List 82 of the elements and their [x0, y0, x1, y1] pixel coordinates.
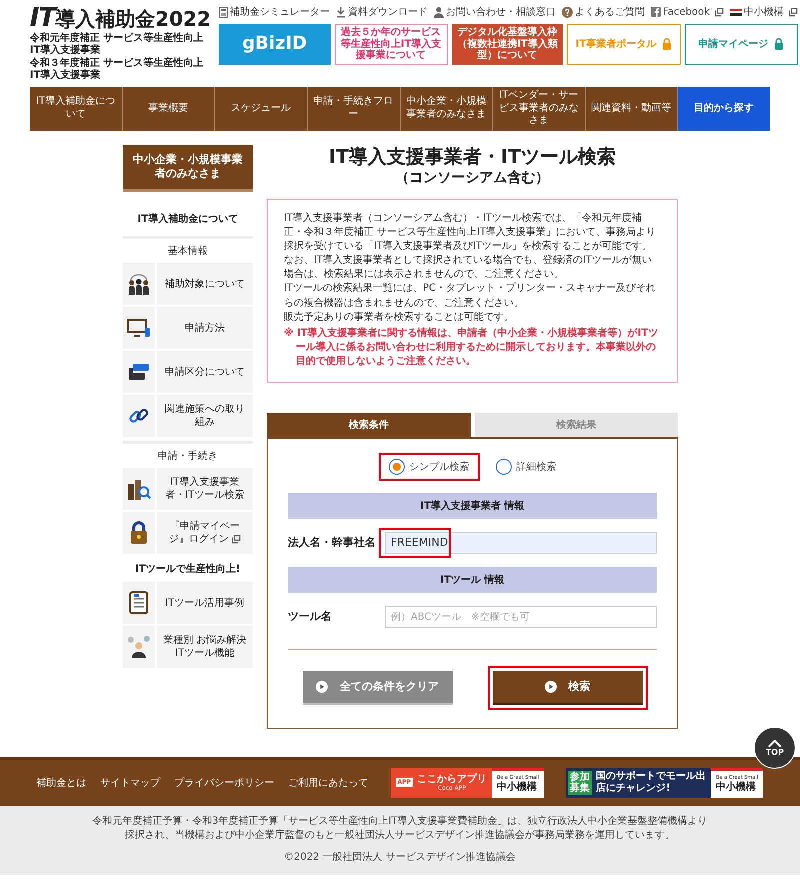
site-subtitle: 令和３年度補正 サービス等生産性向上IT導入支援事業 [30, 58, 204, 82]
banner-title: ここからアプリ [417, 774, 488, 785]
sidebar-menu-item[interactable]: ITツール活用事例 [123, 582, 253, 624]
section-heading: ITツール 情報 [288, 566, 657, 593]
header-link[interactable]: お問い合わせ・相談窓口 [434, 5, 556, 19]
highlight-frame [379, 528, 451, 558]
external-link-icon [232, 534, 241, 544]
site-logo[interactable]: IT導入補助金2022 [30, 5, 212, 32]
warning-text: ※ IT導入支援事業者に関する情報は、申請者（中小企業・小規模事業者等）がITツール導入に係るお問い合わせに利用するために開示しております。本事業以外の目的で使用しないようご注意ください。 [284, 327, 660, 370]
page-title: IT導入支援事業者・ITツール検索 [328, 144, 618, 168]
notice-text: なお、IT導入支援事業者として採択されている場合でも、登録済のITツールが無い場合は、検索結果には表示されませんので、ご注意ください。 [284, 254, 654, 282]
site-subtitle: 令和元年度補正 サービス等生産性向上IT導入支援事業 [30, 33, 204, 57]
banner-badge: 参加募集 [568, 770, 592, 795]
nav-menu-item[interactable]: 事業概要 [122, 87, 216, 130]
sidebar-heading: IT導入補助金について [136, 212, 240, 228]
person-speech-icon [127, 636, 151, 658]
play-circle-icon [544, 680, 556, 693]
footer-link[interactable]: ご利用にあたって [288, 776, 369, 790]
header-banner-link[interactable]: 過去５か年のサービス等生産性向上IT導入支援事業について [334, 24, 448, 64]
section-heading: IT導入支援事業者 情報 [288, 492, 657, 519]
text-input-field[interactable]: 例）ABCツール ※空欄でも可 [385, 606, 657, 628]
sidebar-menu-item[interactable]: 申請方法 [123, 307, 253, 350]
person-icon [434, 6, 444, 18]
external-link-icon [715, 8, 724, 16]
notice-text: ITツールの検索結果一覧には、PC・タブレット・プリンター・スキャナー及びそれらの複合機器は含まれませんので、ご注意ください。 [284, 282, 658, 311]
monitor-icon [127, 318, 151, 338]
notice-text: 販売予定ありの事業者を検索することは可能です。 [284, 310, 515, 325]
id-card-icon [128, 362, 150, 382]
padlock-icon [129, 521, 149, 546]
header-link[interactable]: 補助金シミュレーター [219, 5, 330, 19]
header-link[interactable]: Facebook [651, 5, 724, 19]
header-banner-link[interactable]: デジタル化基盤導入枠（複数社連携IT導入類型）について [452, 24, 564, 64]
chevron-up-icon [768, 740, 782, 748]
external-link-icon [789, 8, 798, 16]
header-link[interactable]: 中小機構 [730, 5, 798, 19]
banner-logo-text: 中小機構 [716, 782, 758, 794]
copyright-text: ©2022 一般社団法人 サービスデザイン推進協議会 [283, 850, 517, 865]
logo-icon [730, 8, 742, 16]
sidebar-menu-item[interactable]: IT導入支援事業者・ITツール検索 [123, 468, 253, 510]
sidebar-heading: ITツールで生産性向上! [134, 562, 242, 578]
people-icon [127, 273, 151, 296]
nav-menu-item[interactable]: 申請・手続きフロー [308, 87, 400, 130]
nav-menu-item[interactable]: スケジュール [215, 87, 308, 130]
search-mode-option[interactable]: 詳細検索 [486, 452, 566, 481]
sidebar-menu-item[interactable]: 『申請マイページ』ログイン [123, 512, 253, 554]
padlock-icon [774, 38, 784, 50]
field-label: 法人名・幹事社名 [288, 535, 377, 550]
notice-text: IT導入支援事業者（コンソーシアム含む）・ITツール検索では、「令和元年度補正・令和３年度補正 サービス等生産性向上IT導入支援事業」において、事務局より採択を受けている「IT導入支援事業者及びITツール」を検索することが可能です。 [284, 212, 658, 254]
document-icon [129, 591, 149, 616]
nav-menu-item[interactable]: 中小企業・小規模事業者のみなさま [400, 87, 494, 130]
download-icon [336, 6, 346, 18]
sidebar-menu-item[interactable]: 関連施策への取り組み [123, 395, 253, 438]
search-tab[interactable]: 検索条件 [267, 412, 470, 437]
search-mode-option[interactable]: シンプル検索 [378, 452, 480, 481]
text-input-field[interactable]: FREEMIND [385, 532, 657, 554]
nav-menu-item[interactable]: IT導入補助金について [30, 87, 123, 130]
question-icon [562, 6, 574, 18]
sidebar-menu-item[interactable]: 補助対象について [123, 263, 253, 306]
footer-link[interactable]: 補助金とは [36, 776, 87, 790]
sidebar-title: 中小企業・小規模事業者のみなさま [123, 144, 253, 192]
padlock-icon [662, 38, 672, 50]
sidebar-menu-item[interactable]: 業種別 お悩み解決ITツール機能 [123, 626, 253, 668]
search-button[interactable]: 検索 [492, 670, 642, 705]
legal-text: 令和元年度補正予算・令和3年度補正予算「サービス等生産性向上IT導入支援事業費補助金」は、独立行政法人中小企業基盤整備機構より採択され、当機構および中小企業庁監督のもと一般社団法人サービスデザイン推進協議会が事務局業務を運用しています。 [91, 814, 709, 843]
field-label: ツール名 [288, 609, 333, 624]
page-top-button[interactable]: TOP [754, 727, 796, 769]
facebook-icon [651, 7, 662, 17]
play-circle-icon [316, 680, 328, 693]
buildings-search-icon [127, 478, 151, 500]
clear-button[interactable]: 全ての条件をクリア [302, 670, 452, 705]
banner-title: 国のサポートでモール出店にチャレンジ! [596, 770, 706, 795]
banner-logo-text: 中小機構 [497, 782, 538, 794]
header-link[interactable]: 資料ダウンロード [336, 5, 428, 19]
sidebar-menu-item[interactable]: 申請区分について [123, 351, 253, 394]
page-subtitle: （コンソーシアム含む） [394, 168, 550, 186]
nav-menu-item[interactable]: ITベンダー・サービス事業者のみなさま [493, 87, 586, 130]
header-link[interactable]: よくあるご質問 [562, 5, 646, 19]
radio-button[interactable] [388, 458, 404, 475]
radio-button[interactable] [496, 458, 512, 475]
calculator-icon [219, 6, 228, 18]
footer-link[interactable]: サイトマップ [100, 776, 161, 790]
footer-link[interactable]: プライバシーポリシー [174, 776, 275, 790]
